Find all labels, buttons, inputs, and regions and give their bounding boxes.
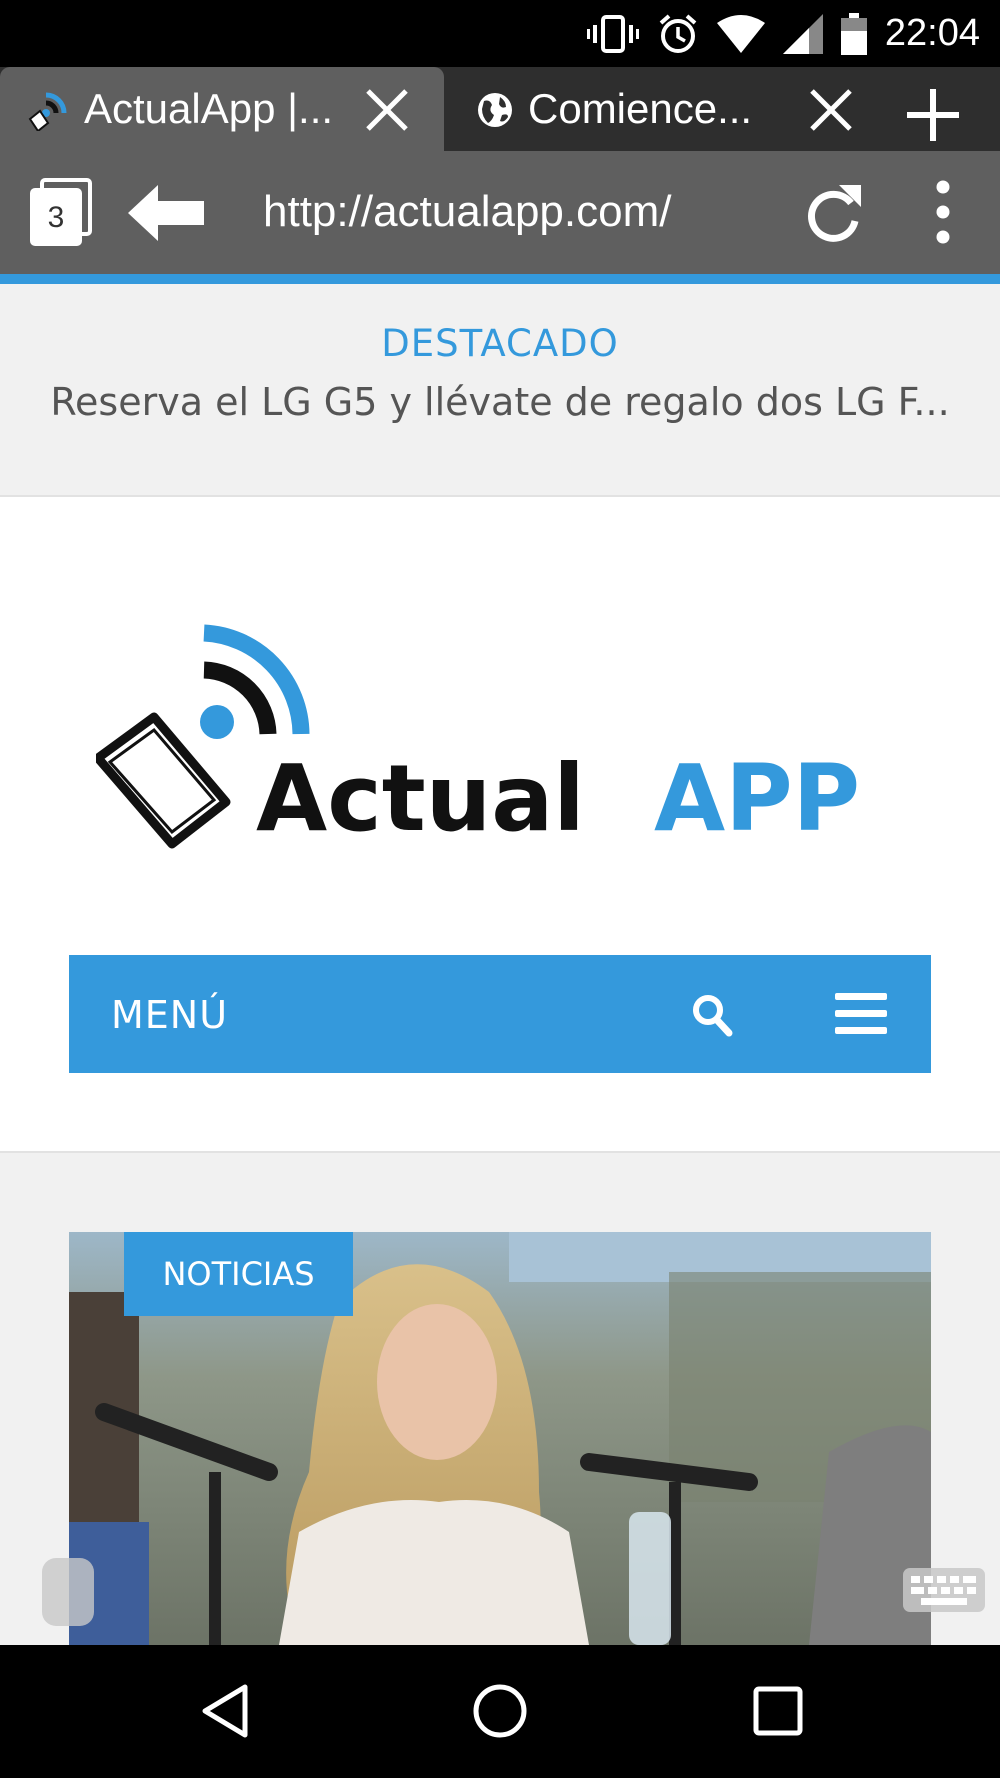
status-bar: 22:04	[0, 0, 1000, 67]
alarm-icon	[659, 13, 697, 53]
system-nav-bar	[0, 1645, 1000, 1778]
featured-strip[interactable]: DESTACADO Reserva el LG G5 y llévate de …	[0, 284, 1000, 497]
logo-word-dark: Actual	[256, 745, 585, 852]
wifi-icon	[716, 14, 765, 53]
new-tab-icon[interactable]	[905, 87, 961, 143]
address-bar[interactable]: http://actualapp.com/	[263, 187, 671, 237]
back-arrow-icon[interactable]	[128, 185, 204, 241]
clock-time: 22:04	[884, 12, 980, 54]
tab-comience[interactable]: Comience...	[444, 67, 890, 151]
menu-label[interactable]: MENÚ	[111, 993, 228, 1037]
tab-switcher-button[interactable]: 3	[30, 178, 92, 246]
actualapp-logo[interactable]: Actual APP	[96, 622, 906, 862]
hamburger-menu-icon[interactable]	[835, 993, 887, 1035]
browser-toolbar: 3 http://actualapp.com/	[0, 151, 1000, 274]
status-icons: 22:04	[586, 0, 980, 67]
site-header: Actual APP MENÚ	[0, 497, 1000, 1153]
main-menu-bar[interactable]: MENÚ	[69, 955, 931, 1073]
tab-title: Comience...	[528, 85, 753, 132]
featured-label: DESTACADO	[381, 322, 619, 365]
home-nav-icon[interactable]	[470, 1681, 530, 1741]
recents-nav-icon[interactable]	[748, 1681, 808, 1741]
close-tab-icon[interactable]	[364, 87, 410, 133]
tab-title: ActualApp |...	[84, 85, 334, 132]
reload-icon[interactable]	[805, 181, 863, 243]
category-badge[interactable]: NOTICIAS	[124, 1232, 353, 1316]
logo-word-blue: APP	[654, 745, 860, 852]
page-load-progress	[0, 274, 1000, 284]
keyboard-icon[interactable]	[903, 1568, 985, 1612]
content-area: NOTICIAS	[0, 1153, 1000, 1645]
featured-headline[interactable]: Reserva el LG G5 y llévate de regalo dos…	[0, 380, 1000, 424]
floating-mouse-toggle[interactable]	[42, 1558, 94, 1626]
back-nav-icon[interactable]	[195, 1681, 255, 1741]
vibrate-icon	[586, 14, 639, 53]
tab-actualapp[interactable]: ActualApp |...	[0, 67, 444, 151]
overflow-menu-icon[interactable]	[928, 179, 958, 245]
phone-screen: 22:04 ActualApp |... Comience... 3 http:…	[0, 0, 1000, 1778]
tab-count: 3	[30, 188, 82, 246]
globe-icon	[478, 93, 512, 127]
signal-icon	[782, 13, 823, 54]
battery-icon	[840, 12, 867, 55]
close-tab-icon[interactable]	[808, 87, 854, 133]
search-icon[interactable]	[691, 993, 733, 1037]
browser-tab-strip: ActualApp |... Comience...	[0, 67, 1000, 151]
actualapp-favicon-icon	[28, 92, 67, 131]
